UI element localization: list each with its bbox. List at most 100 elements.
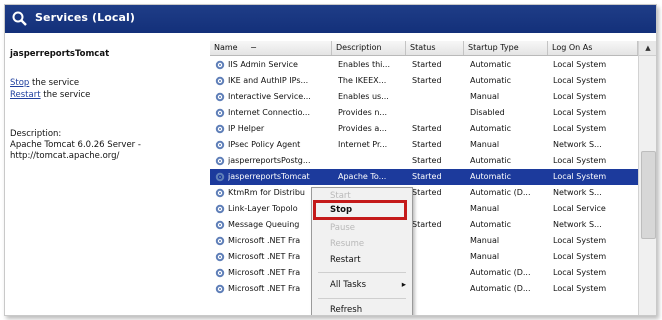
- cell-log-on-as: Local System: [553, 172, 607, 181]
- cell-status: Started: [412, 60, 442, 69]
- service-gear-icon: [215, 60, 225, 70]
- column-header-startup-type[interactable]: Startup Type: [464, 41, 548, 55]
- cell-startup-type: Automatic: [470, 156, 512, 165]
- table-row[interactable]: jasperreportsTomcat Apache To... Started Au…: [210, 169, 638, 185]
- cell-name: IP Helper: [228, 124, 265, 133]
- cell-status: Started: [412, 188, 442, 197]
- cell-startup-type: Automatic (D...: [470, 268, 531, 277]
- table-row[interactable]: Interactive Service... Enables us... Manua…: [210, 89, 638, 105]
- cell-status: [412, 265, 464, 281]
- table-row[interactable]: jasperreportsPostg... Started Automatic Loc…: [210, 153, 638, 169]
- service-gear-icon: [215, 204, 225, 214]
- table-row[interactable]: IIS Admin Service Enables thi... Started Au…: [210, 57, 638, 73]
- cell-startup-type: Manual: [470, 252, 500, 261]
- table-row[interactable]: IPsec Policy Agent Internet Pr... Started M…: [210, 137, 638, 153]
- table-row[interactable]: Internet Connectio... Provides n... Disabl…: [210, 105, 638, 121]
- cell-description: Provides n...: [338, 108, 388, 117]
- cell-startup-type: Manual: [470, 92, 500, 101]
- service-gear-icon: [215, 156, 225, 166]
- menu-separator: [318, 272, 406, 273]
- column-header-name-label: Name: [214, 43, 238, 52]
- description-line-2: http://tomcat.apache.org/: [10, 151, 120, 161]
- cell-status: [412, 201, 464, 217]
- column-header-log-on-as[interactable]: Log On As: [548, 41, 638, 55]
- cell-log-on-as: Local Service: [553, 204, 606, 213]
- cell-status: [412, 105, 464, 121]
- table-row[interactable]: Microsoft .NET Fra Manual Local System: [210, 249, 638, 265]
- cell-description: Provides a...: [338, 124, 387, 133]
- cell-log-on-as: Network S...: [553, 140, 602, 149]
- sort-indicator-icon: −: [250, 43, 257, 52]
- column-header-name[interactable]: Name −: [210, 41, 332, 55]
- cell-log-on-as: Local System: [553, 268, 607, 277]
- service-gear-icon: [215, 268, 225, 278]
- vertical-scrollbar[interactable]: ▲: [638, 41, 656, 315]
- cell-name: Internet Connectio...: [228, 108, 310, 117]
- column-header-status[interactable]: Status: [406, 41, 464, 55]
- cell-name: Interactive Service...: [228, 92, 311, 101]
- cell-status: Started: [412, 76, 442, 85]
- cell-name: jasperreportsTomcat: [228, 172, 310, 181]
- cell-startup-type: Automatic: [470, 172, 512, 181]
- table-header: Name − Description Status Startup Type L…: [210, 41, 638, 56]
- cell-log-on-as: Local System: [553, 252, 607, 261]
- service-gear-icon: [215, 188, 225, 198]
- cell-name: IKE and AuthIP IPs...: [228, 76, 309, 85]
- cell-status: Started: [412, 124, 442, 133]
- scroll-up-arrow-icon[interactable]: ▲: [639, 41, 656, 56]
- cell-status: [412, 233, 464, 249]
- context-menu: Start Stop Pause Resume Restart All Task…: [311, 187, 413, 315]
- cell-description: Enables us...: [338, 92, 389, 101]
- services-table: Name − Description Status Startup Type L…: [210, 41, 638, 315]
- cell-status: Started: [412, 220, 442, 229]
- stop-action-line: Stop the service: [10, 78, 79, 88]
- description-label: Description:: [10, 129, 62, 139]
- cell-startup-type: Automatic: [470, 124, 512, 133]
- table-row[interactable]: IP Helper Provides a... Started Automatic Lo…: [210, 121, 638, 137]
- cell-log-on-as: Local System: [553, 76, 607, 85]
- column-header-description[interactable]: Description: [332, 41, 406, 55]
- cell-log-on-as: Network S...: [553, 188, 602, 197]
- cell-name: IPsec Policy Agent: [228, 140, 301, 149]
- service-gear-icon: [215, 284, 225, 294]
- table-row[interactable]: Message Queuing Started Automatic Network S…: [210, 217, 638, 233]
- cell-status: Started: [412, 140, 442, 149]
- scrollbar-thumb[interactable]: [641, 151, 656, 239]
- table-row[interactable]: IKE and AuthIP IPs... The IKEEX... Started…: [210, 73, 638, 89]
- cell-description: [338, 153, 406, 169]
- menu-item-pause: Pause: [330, 223, 355, 233]
- cell-status: Started: [412, 156, 442, 165]
- cell-startup-type: Manual: [470, 140, 500, 149]
- cell-description: Apache To...: [338, 172, 387, 181]
- menu-item-all-tasks[interactable]: All Tasks ▸: [312, 277, 412, 293]
- menu-item-restart[interactable]: Restart: [312, 252, 412, 268]
- submenu-arrow-icon: ▸: [401, 280, 406, 290]
- menu-item-refresh[interactable]: Refresh: [312, 302, 412, 315]
- service-gear-icon: [215, 172, 225, 182]
- restart-action-line: Restart the service: [10, 90, 90, 100]
- table-row[interactable]: KtmRm for Distribu Started Automatic (D...…: [210, 185, 638, 201]
- service-gear-icon: [215, 252, 225, 262]
- cell-name: IIS Admin Service: [228, 60, 298, 69]
- cell-startup-type: Automatic (D...: [470, 284, 531, 293]
- restart-suffix: the service: [40, 90, 91, 100]
- stop-service-link[interactable]: Stop: [10, 78, 29, 88]
- cell-description: Internet Pr...: [338, 140, 388, 149]
- cell-description: Enables thi...: [338, 60, 391, 69]
- cell-log-on-as: Local System: [553, 124, 607, 133]
- table-row[interactable]: Microsoft .NET Fra Automatic (D... Local S…: [210, 281, 638, 297]
- services-window: Services (Local) jasperreportsTomcat Sto…: [4, 4, 657, 316]
- cell-status: [412, 249, 464, 265]
- restart-service-link[interactable]: Restart: [10, 90, 41, 100]
- table-row[interactable]: Link-Layer Topolo Manual Local Service: [210, 201, 638, 217]
- description-line-1: Apache Tomcat 6.0.26 Server -: [10, 140, 141, 150]
- window-title: Services (Local): [35, 11, 136, 24]
- stop-suffix: the service: [29, 78, 80, 88]
- cell-startup-type: Manual: [470, 236, 500, 245]
- cell-log-on-as: Local System: [553, 156, 607, 165]
- table-row[interactable]: Microsoft .NET Fra Manual Local System: [210, 233, 638, 249]
- window-titlebar: Services (Local): [5, 5, 656, 33]
- table-row[interactable]: Microsoft .NET Fra Automatic (D... Local S…: [210, 265, 638, 281]
- extended-info-panel: jasperreportsTomcat Stop the service Res…: [5, 33, 210, 315]
- service-gear-icon: [215, 140, 225, 150]
